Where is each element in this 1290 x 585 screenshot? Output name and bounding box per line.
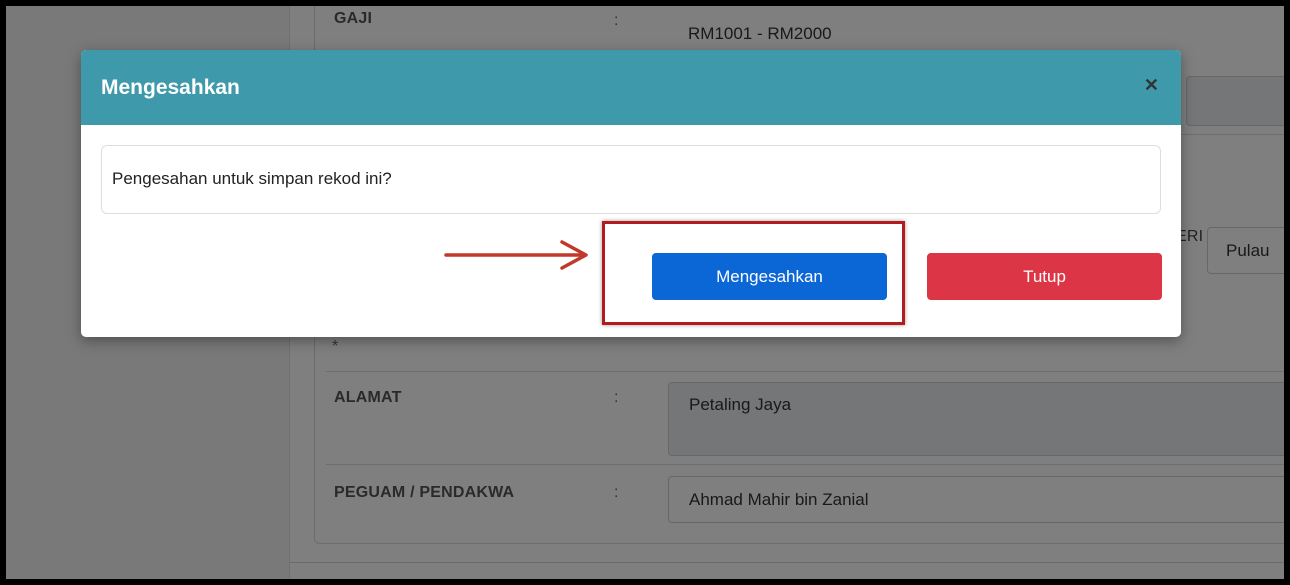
dialog-header: Mengesahkan ✕ <box>81 50 1181 125</box>
footer-primary-button[interactable] <box>846 579 1074 585</box>
annotation-highlight-box <box>602 221 905 325</box>
dialog-title: Mengesahkan <box>101 76 240 99</box>
annotation-arrow-icon <box>444 240 588 270</box>
screen-frame: GAJI : RM1001 - RM2000 ERI Pulau * ALAMA… <box>0 0 1290 585</box>
dialog-message-box: Pengesahan untuk simpan rekod ini? <box>101 145 1161 214</box>
dialog-message: Pengesahan untuk simpan rekod ini? <box>112 169 392 188</box>
close-icon[interactable]: ✕ <box>1144 76 1159 94</box>
close-button[interactable]: Tutup <box>927 253 1162 300</box>
footer-danger-button[interactable] <box>1118 579 1288 585</box>
